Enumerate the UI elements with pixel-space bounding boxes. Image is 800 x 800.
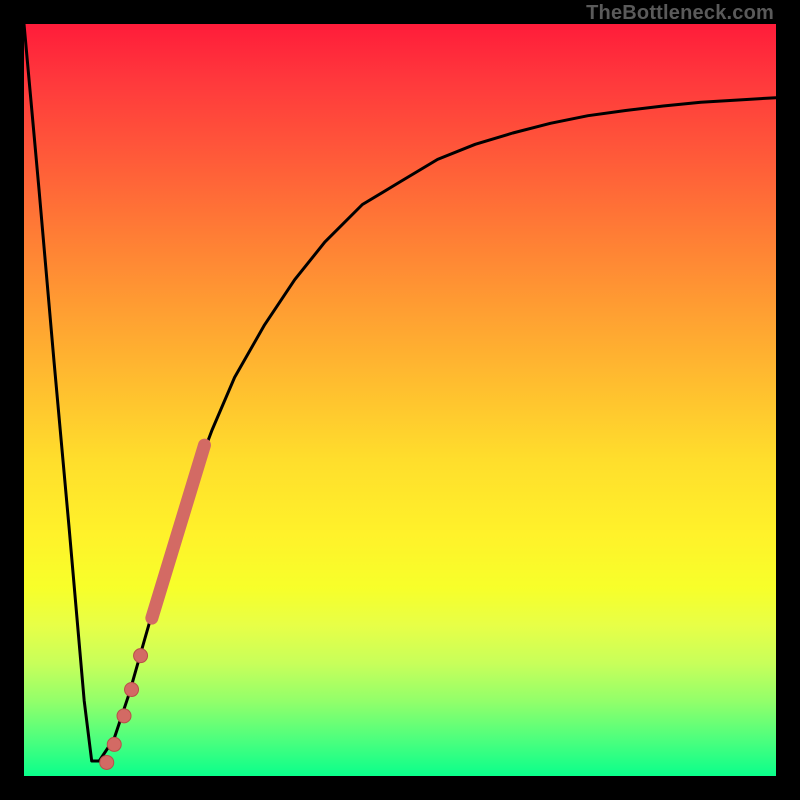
bottleneck-curve-svg xyxy=(24,24,776,776)
dot-1 xyxy=(134,649,148,663)
chart-frame: TheBottleneck.com xyxy=(0,0,800,800)
dot-3 xyxy=(117,709,131,723)
plot-area xyxy=(24,24,776,776)
dot-4 xyxy=(107,737,121,751)
watermark-text: TheBottleneck.com xyxy=(586,2,774,25)
segment-thick xyxy=(152,445,205,618)
marker-layer xyxy=(100,445,205,769)
dot-2 xyxy=(125,683,139,697)
dot-5 xyxy=(100,755,114,769)
